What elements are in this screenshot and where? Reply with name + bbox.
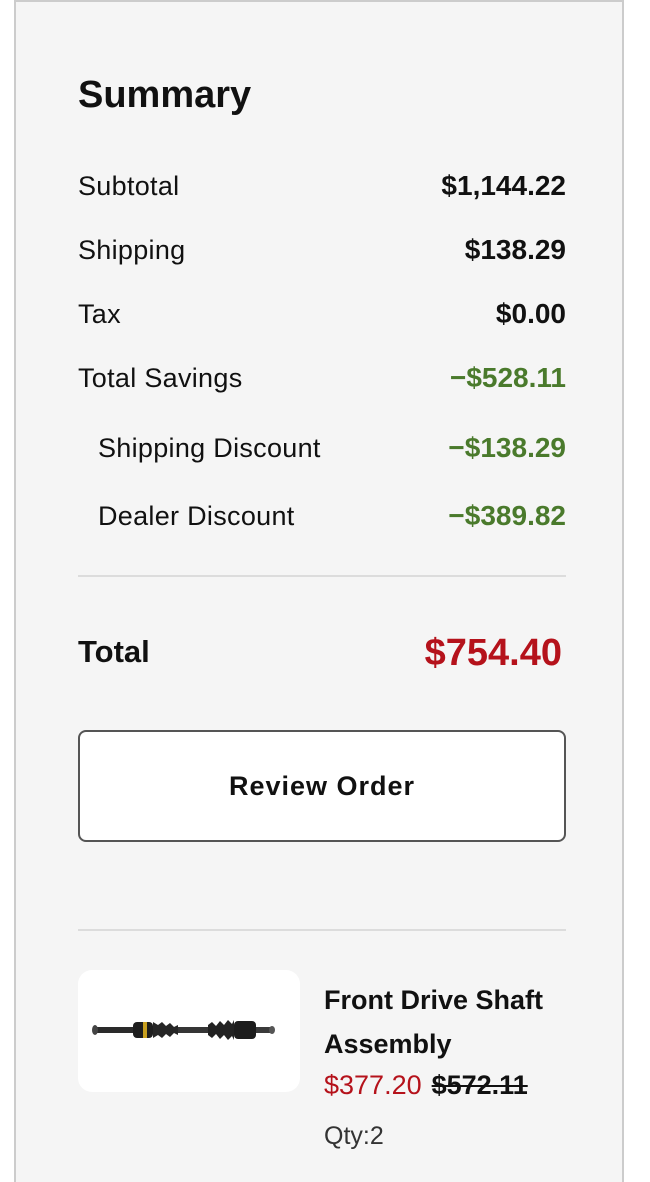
product-quantity: Qty:2	[324, 1122, 384, 1150]
subtotal-label: Subtotal	[78, 170, 180, 201]
tax-value: $0.00	[495, 298, 566, 329]
total-value: $754.40	[424, 632, 562, 674]
shipping-row: Shipping $138.29	[78, 234, 566, 266]
summary-title: Summary	[78, 74, 252, 116]
dealer-discount-value: −$389.82	[448, 500, 566, 531]
tax-label: Tax	[78, 298, 121, 329]
tax-row: Tax $0.00	[78, 298, 566, 330]
subtotal-row: Subtotal $1,144.22	[78, 170, 566, 202]
shipping-discount-label: Shipping Discount	[98, 432, 321, 463]
subtotal-value: $1,144.22	[441, 170, 566, 201]
drive-shaft-icon	[92, 1020, 275, 1040]
order-summary-panel: Summary Subtotal $1,144.22 Shipping $138…	[14, 0, 624, 1182]
total-savings-label: Total Savings	[78, 362, 243, 393]
total-savings-value: −$528.11	[449, 362, 566, 393]
total-savings-row: Total Savings −$528.11	[78, 362, 566, 394]
total-label: Total	[78, 634, 150, 669]
shipping-label: Shipping	[78, 234, 186, 265]
summary-divider	[78, 575, 566, 577]
shipping-discount-row: Shipping Discount −$138.29	[78, 432, 566, 464]
drive-shaft-image	[78, 970, 300, 1092]
shipping-discount-value: −$138.29	[448, 432, 566, 463]
dealer-discount-label: Dealer Discount	[98, 500, 295, 531]
product-name[interactable]: Front Drive Shaft Assembly	[324, 978, 574, 1066]
shipping-value: $138.29	[464, 234, 566, 265]
dealer-discount-row: Dealer Discount −$389.82	[78, 500, 566, 532]
product-original-price: $572.11	[431, 1070, 528, 1100]
product-divider	[78, 929, 566, 931]
product-sale-price: $377.20	[324, 1070, 422, 1100]
product-price-line: $377.20 $572.11	[324, 1070, 528, 1101]
review-order-button[interactable]: Review Order	[78, 730, 566, 842]
